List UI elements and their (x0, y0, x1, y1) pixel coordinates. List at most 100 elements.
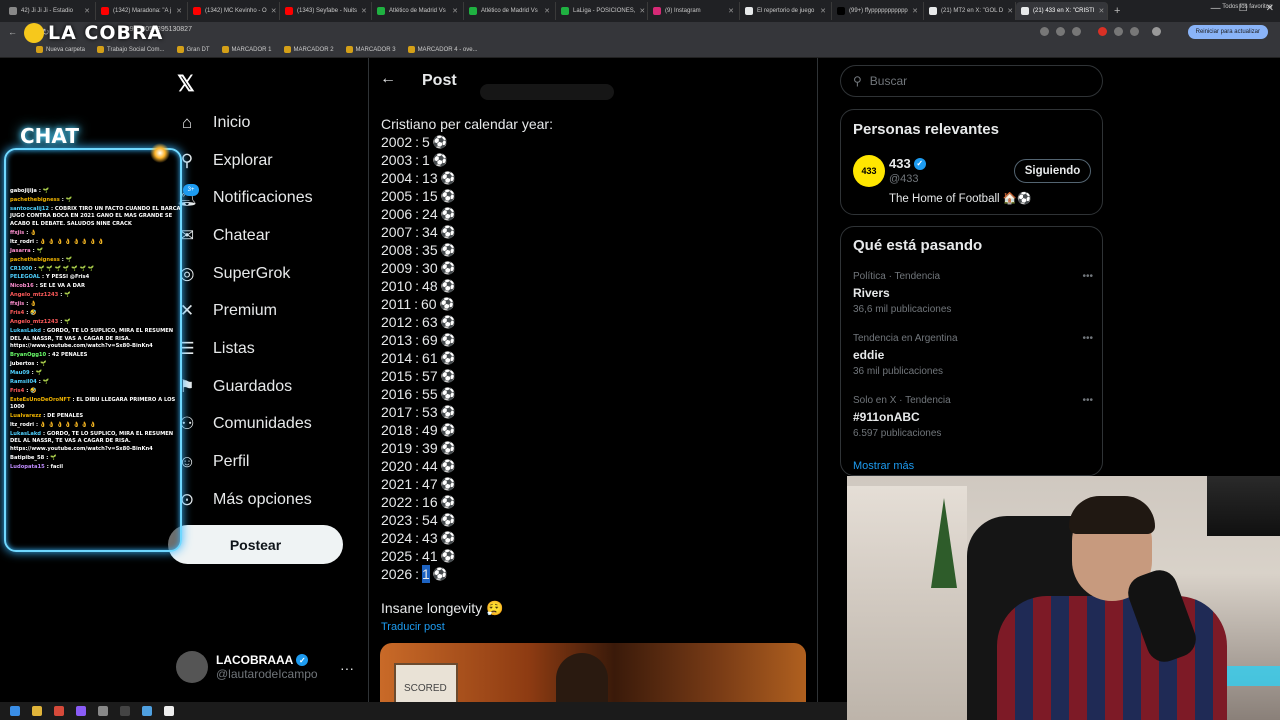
close-tab-icon[interactable]: ✕ (271, 7, 277, 15)
close-tab-icon[interactable]: ✕ (452, 7, 458, 15)
chat-message: ltz_rodri: 👌 👌 👌 👌 👌 👌 👌 (10, 422, 180, 430)
chat-message: CR1000: 🌱 🌱 🌱 🌱 🌱 🌱 🌱 (10, 266, 180, 274)
close-tab-icon[interactable]: ✕ (728, 7, 734, 15)
close-tab-icon[interactable]: ✕ (820, 7, 826, 15)
all-bookmarks-link[interactable]: Todos los favoritos (1222, 4, 1272, 10)
chat-username: LukasLakd (10, 430, 42, 437)
following-button[interactable]: Siguiendo (1014, 159, 1091, 183)
nav-item-more[interactable]: ⊙ Más opciones (177, 490, 312, 510)
person-name-row[interactable]: 433 ✓ (889, 156, 926, 171)
avatar[interactable]: 433 (853, 155, 885, 187)
goal-count: 60 (421, 296, 437, 312)
nav-item-premium[interactable]: ✕ Premium (177, 301, 277, 321)
nav-item-lists[interactable]: ☰ Listas (177, 339, 254, 359)
more-options-icon[interactable]: ••• (1082, 395, 1093, 406)
x-logo-icon[interactable]: 𝕏 (177, 71, 195, 97)
browser-tab[interactable]: Atlético de Madrid Vs ✕ (464, 2, 556, 20)
app-icon[interactable] (76, 706, 86, 716)
nav-item-communities[interactable]: ⚇ Comunidades (177, 414, 311, 434)
nav-item-label: Premium (213, 302, 278, 319)
browser-tab[interactable]: LaLiga - POSICIONES, ✕ (556, 2, 648, 20)
back-arrow-icon[interactable]: ← (380, 70, 396, 88)
chrome-icon[interactable] (54, 706, 64, 716)
trend-item[interactable]: Solo en X · Tendencia #911onABC 6.597 publ… (853, 395, 1093, 439)
close-tab-icon[interactable]: ✕ (639, 7, 645, 15)
chat-text: : 👌 👌 👌 👌 👌 👌 👌 👌 (36, 238, 105, 245)
favicon-icon (285, 7, 293, 15)
goal-count: 63 (422, 314, 438, 330)
install-icon[interactable] (1040, 27, 1049, 36)
account-switcher[interactable]: LACOBRAAA ✓ @lautarodeIcampo (176, 651, 318, 683)
browser-tab[interactable]: (21) 433 en X: "CRISTI ✕ (1016, 2, 1108, 20)
bookmark-item[interactable]: Nueva carpeta (36, 46, 85, 53)
browser-tab[interactable]: (1342) Maradona: "A j ✕ (96, 2, 188, 20)
nav-item-profile[interactable]: ☺ Perfil (177, 452, 249, 472)
nav-item-home[interactable]: ⌂ Inicio (177, 113, 251, 133)
verified-badge-icon: ✓ (296, 654, 309, 666)
close-tab-icon[interactable]: ✕ (176, 7, 182, 15)
year-goals-line: 2006:24 ⚽ (381, 206, 456, 222)
browser-tab[interactable]: (1343) Seyfabe - Nuits ✕ (280, 2, 372, 20)
chat-message: Ramsil04: 🌱 (10, 379, 180, 387)
search-input[interactable]: ⚲ Buscar (840, 65, 1103, 97)
bookmark-item[interactable]: MARCADOR 4 - ove... (407, 46, 478, 53)
show-more-link[interactable]: Mostrar más (853, 460, 914, 472)
browser-tab[interactable]: Atlético de Madrid Vs ✕ (372, 2, 464, 20)
year: 2017 (381, 404, 413, 420)
close-tab-icon[interactable]: ✕ (84, 7, 90, 15)
browser-tab[interactable]: El repertorio de juego ✕ (740, 2, 832, 20)
profile-avatar-icon[interactable] (1152, 27, 1161, 36)
file-explorer-icon[interactable] (32, 706, 42, 716)
bookmark-item[interactable]: Trabajo Social Com... (97, 46, 165, 53)
browser-tab[interactable]: (21) MT2 en X: "GOL D ✕ (924, 2, 1016, 20)
close-tab-icon[interactable]: ✕ (544, 7, 550, 15)
year-goals-line: 2021:47 ⚽ (381, 476, 456, 492)
trend-name: #911onABC (853, 410, 920, 424)
extension-icon[interactable] (1098, 27, 1107, 36)
account-more-icon[interactable]: ··· (340, 660, 354, 676)
browser-tab[interactable]: (9) Instagram ✕ (648, 2, 740, 20)
goal-count: 44 (422, 458, 438, 474)
browser-tab[interactable]: (1342) MC Kevinho - O ✕ (188, 2, 280, 20)
trend-item[interactable]: Tendencia en Argentina eddie 36 mil public… (853, 333, 1093, 377)
new-tab-button[interactable]: + (1114, 5, 1120, 17)
chat-username: PELEGOAL (10, 274, 41, 281)
close-tab-icon[interactable]: ✕ (1007, 7, 1013, 15)
bookmark-item[interactable]: MARCADOR 2 (283, 46, 334, 53)
chat-text: : 🌱 (61, 196, 73, 203)
trend-item[interactable]: Política · Tendencia Rivers 36,6 mil publi… (853, 271, 1093, 315)
start-icon[interactable] (10, 706, 20, 716)
chat-message: ltz_rodri: 👌 👌 👌 👌 👌 👌 👌 👌 (10, 238, 180, 247)
close-tab-icon[interactable]: ✕ (361, 7, 367, 15)
browser-tab[interactable]: 42) Ji Ji Ji - Estadio ✕ (4, 2, 96, 20)
back-nav-icon[interactable]: ← (8, 27, 17, 37)
app-icon[interactable] (142, 706, 152, 716)
close-tab-icon[interactable]: ✕ (1099, 7, 1105, 15)
more-options-icon[interactable]: ••• (1082, 271, 1093, 282)
tab-label: El repertorio de juego (757, 8, 815, 14)
more-options-icon[interactable]: ••• (1082, 333, 1093, 344)
post-button[interactable]: Postear (168, 525, 343, 564)
year-goals-line: 2012:63 ⚽ (381, 314, 456, 330)
translate-post-link[interactable]: Traducir post (381, 621, 445, 633)
minimize-icon[interactable]: — (1211, 3, 1221, 14)
nav-item-supergrok[interactable]: ◎ SuperGrok (177, 264, 291, 284)
bookmark-item[interactable]: Gran DT (176, 46, 210, 53)
nav-item-chat[interactable]: ✉ Chatear (177, 226, 270, 246)
app-icon[interactable] (164, 706, 174, 716)
extensions-puzzle-icon[interactable] (1130, 27, 1139, 36)
app-icon[interactable] (98, 706, 108, 716)
close-tab-icon[interactable]: ✕ (912, 7, 918, 15)
star-icon[interactable] (1072, 27, 1081, 36)
bookmark-item[interactable]: MARCADOR 3 (345, 46, 396, 53)
zoom-icon[interactable] (1056, 27, 1065, 36)
tab-label: (99+) ffyppppppppppp (849, 8, 908, 14)
tab-label: (1343) Seyfabe - Nuits (297, 8, 358, 14)
update-browser-button[interactable]: Reiniciar para actualizar (1187, 25, 1268, 39)
nav-item-bookmarks[interactable]: ⚑ Guardados (177, 377, 292, 397)
app-icon[interactable] (120, 706, 130, 716)
browser-tab[interactable]: (99+) ffyppppppppppp ✕ (832, 2, 924, 20)
bookmark-item[interactable]: MARCADOR 1 (221, 46, 272, 53)
extension-icon[interactable] (1114, 27, 1123, 36)
nav-item-explore[interactable]: ⚲ Explorar (177, 151, 273, 171)
